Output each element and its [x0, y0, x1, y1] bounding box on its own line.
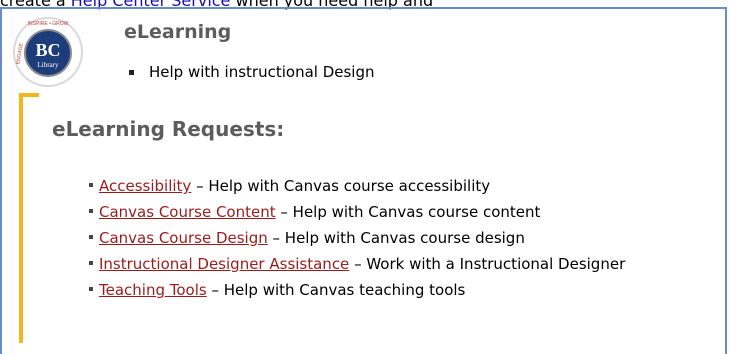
requests-list: Accessibility – Help with Canvas course … — [89, 176, 625, 306]
request-item: Canvas Course Content – Help with Canvas… — [89, 202, 625, 228]
request-link-instructional-designer-assistance[interactable]: Instructional Designer Assistance — [99, 255, 349, 273]
bullet-icon — [89, 287, 93, 291]
accent-bar-tick — [19, 93, 39, 97]
request-desc: – Help with Canvas course design — [267, 229, 525, 247]
logo-ring-top-text: INSPIRE • GROW — [28, 21, 69, 27]
bullet-icon — [89, 235, 93, 239]
request-desc: – Help with Canvas course content — [275, 203, 541, 221]
request-desc: – Work with a Instructional Designer — [349, 255, 626, 273]
request-link-accessibility[interactable]: Accessibility — [99, 177, 191, 195]
logo-sub-text: Library — [38, 61, 59, 69]
request-item: Canvas Course Design – Help with Canvas … — [89, 228, 625, 254]
request-item: Instructional Designer Assistance – Work… — [89, 254, 625, 280]
bullet-icon — [129, 70, 134, 75]
request-item: Accessibility – Help with Canvas course … — [89, 176, 625, 202]
logo-main-text: BC — [35, 40, 60, 60]
request-link-canvas-course-content[interactable]: Canvas Course Content — [99, 203, 276, 221]
request-desc: – Help with Canvas course accessibility — [191, 177, 491, 195]
section-heading: eLearning — [124, 21, 232, 43]
bullet-icon — [89, 209, 93, 213]
request-item: Teaching Tools – Help with Canvas teachi… — [89, 280, 625, 306]
request-link-canvas-course-design[interactable]: Canvas Course Design — [99, 229, 268, 247]
accent-bar — [19, 93, 23, 343]
intro-list-item: Help with instructional Design — [129, 62, 375, 82]
intro-item-text: Help with instructional Design — [149, 63, 375, 81]
bullet-icon — [89, 261, 93, 265]
request-link-teaching-tools[interactable]: Teaching Tools — [99, 281, 207, 299]
bc-library-logo: BC Library INSPIRE • GROW ENGAGE — [13, 17, 83, 87]
bullet-icon — [89, 183, 93, 187]
requests-heading: eLearning Requests: — [52, 117, 285, 141]
intro-list: Help with instructional Design — [129, 62, 375, 82]
request-desc: – Help with Canvas teaching tools — [206, 281, 466, 299]
